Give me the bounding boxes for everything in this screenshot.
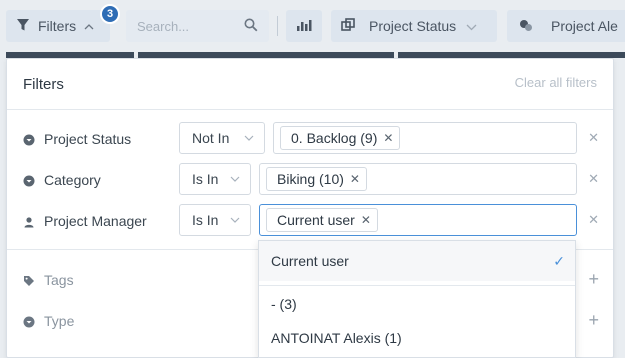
dropdown-option[interactable]: - (3) (259, 296, 575, 312)
filter-row: Project Manager Is In Current user ✕ ✕ (7, 204, 613, 238)
value-options-dropdown: Current user ✓ - (3) ANTOINAT Alexis (1) (258, 240, 576, 358)
funnel-icon (16, 18, 30, 35)
bar-chart-icon (296, 18, 312, 35)
divider (259, 285, 575, 286)
chevron-down-icon (230, 172, 240, 186)
filter-value-field[interactable]: Biking (10) ✕ (259, 163, 577, 195)
filter-value-field[interactable]: 0. Backlog (9) ✕ (273, 122, 577, 154)
filter-field-label: Tags (44, 272, 74, 288)
dropdown-option[interactable]: ANTOINAT Alexis (1) (259, 330, 575, 346)
tag-label: 0. Backlog (9) (291, 130, 378, 146)
dropdown-circle-icon (23, 133, 35, 146)
check-icon: ✓ (553, 253, 565, 269)
operator-value: Is In (192, 212, 219, 228)
filters-toggle-button[interactable]: Filters (6, 10, 110, 42)
chevron-down-icon (244, 131, 254, 145)
filter-field-label: Project Status (44, 131, 132, 147)
chart-view-button[interactable] (286, 10, 322, 42)
filter-operator-select[interactable]: Is In (179, 163, 251, 195)
group-icon (341, 17, 355, 35)
remove-tag-icon[interactable]: ✕ (383, 131, 393, 145)
chevron-down-icon (230, 213, 240, 227)
filter-field-label: Type (44, 313, 75, 329)
filters-count-badge: 3 (100, 4, 120, 24)
filter-field-label: Category (44, 172, 101, 188)
group-by-label: Project Status (369, 18, 457, 34)
remove-tag-icon[interactable]: ✕ (361, 213, 371, 227)
chevron-up-icon (84, 19, 94, 33)
filter-operator-select[interactable]: Not In (179, 122, 265, 154)
toolbar: Filters 3 Search... Project Status Proje… (0, 0, 625, 52)
filters-label: Filters (38, 18, 77, 34)
remove-filter-icon[interactable]: ✕ (588, 171, 599, 187)
add-filter-icon[interactable]: + (588, 269, 599, 290)
filter-row: Project Status Not In 0. Backlog (9) ✕ ✕ (7, 122, 613, 156)
remove-filter-icon[interactable]: ✕ (588, 130, 599, 146)
dropdown-circle-icon (23, 315, 35, 328)
operator-value: Not In (192, 130, 230, 146)
manager-label: Project Ale (551, 18, 618, 34)
tag-label: Biking (10) (277, 171, 344, 187)
filter-operator-select[interactable]: Is In (179, 204, 251, 236)
value-tag: Biking (10) ✕ (266, 167, 367, 191)
user-icon (23, 215, 35, 228)
divider (7, 109, 613, 110)
operator-value: Is In (192, 171, 219, 187)
clear-all-filters-link[interactable]: Clear all filters (515, 75, 597, 90)
value-tag: Current user ✕ (266, 208, 378, 232)
option-label: Current user (271, 253, 349, 269)
option-label: ANTOINAT Alexis (1) (271, 330, 402, 346)
project-manager-button[interactable]: Project Ale (507, 10, 625, 42)
search-input[interactable]: Search... (137, 19, 189, 34)
panel-title: Filters (23, 76, 64, 93)
option-label: - (3) (271, 296, 297, 312)
users-icon (519, 18, 533, 35)
dropdown-option[interactable]: Current user ✓ (259, 241, 575, 281)
dropdown-circle-icon (23, 174, 35, 187)
group-by-project-status-button[interactable]: Project Status (331, 10, 497, 42)
toolbar-divider (277, 16, 278, 36)
filter-row: Category Is In Biking (10) ✕ ✕ (7, 163, 613, 197)
filter-value-field[interactable]: Current user ✕ (259, 204, 577, 236)
remove-filter-icon[interactable]: ✕ (588, 212, 599, 228)
tag-icon (23, 274, 35, 286)
chevron-down-icon (466, 19, 477, 34)
filter-field-label: Project Manager (44, 213, 147, 229)
remove-tag-icon[interactable]: ✕ (350, 172, 360, 186)
tag-label: Current user (277, 212, 355, 228)
search-box[interactable]: Search... (126, 10, 269, 42)
add-filter-icon[interactable]: + (588, 310, 599, 331)
search-icon[interactable] (244, 18, 258, 35)
value-tag: 0. Backlog (9) ✕ (280, 126, 401, 150)
